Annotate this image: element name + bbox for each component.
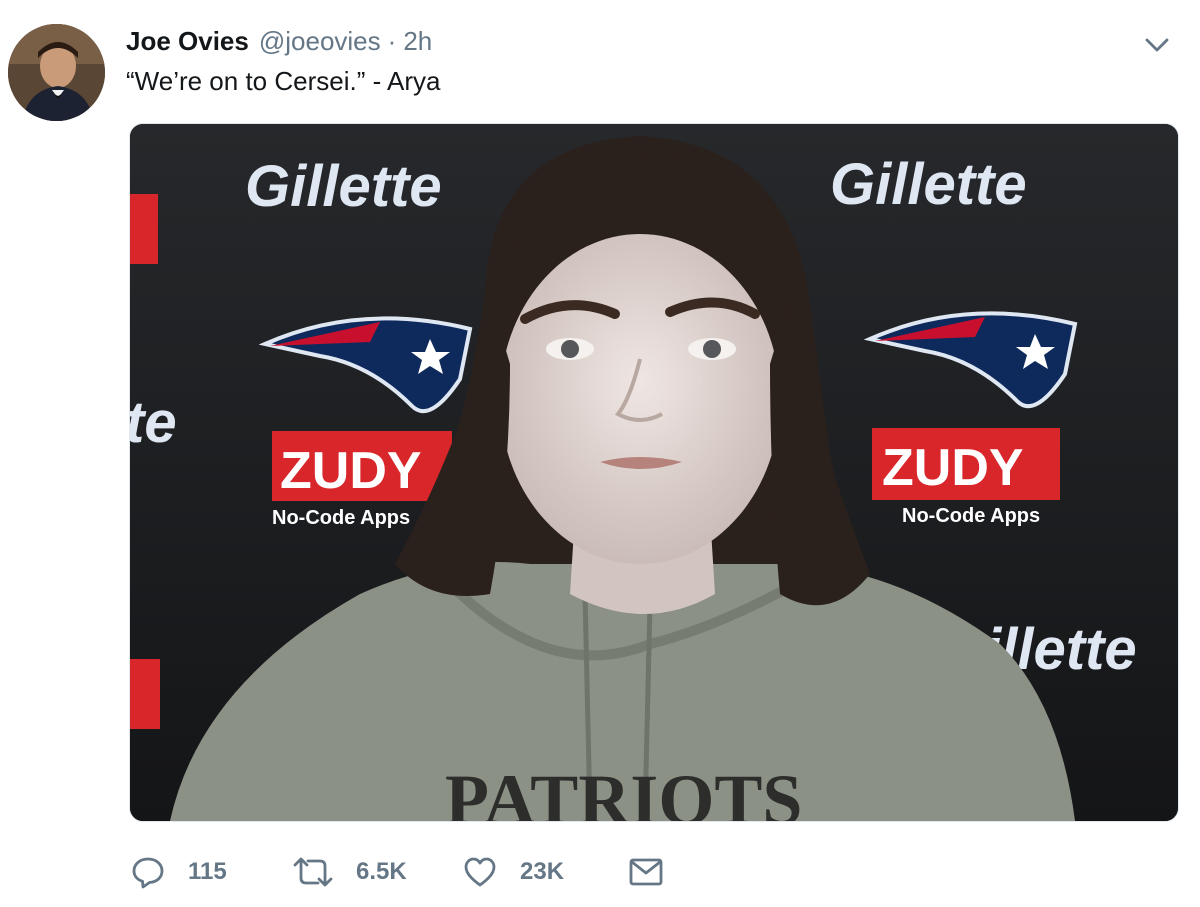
- like-button[interactable]: 23K: [462, 850, 564, 894]
- retweet-count: 6.5K: [356, 858, 407, 885]
- tweet-photo[interactable]: Gillette Gillette Gillette Gillette ZUDY…: [129, 123, 1179, 822]
- reply-icon: [132, 857, 164, 889]
- sponsor-tagline-right: No-Code Apps: [902, 505, 1040, 527]
- separator-dot: ·: [387, 25, 397, 56]
- author-avatar[interactable]: [8, 24, 105, 121]
- retweet-icon: [293, 857, 333, 887]
- sweatshirt-lettering: PATRIOTS: [445, 760, 802, 821]
- reply-count: 115: [188, 858, 227, 885]
- retweet-button[interactable]: 6.5K: [292, 850, 407, 894]
- tweet-menu-button[interactable]: [1140, 30, 1174, 60]
- direct-message-button[interactable]: [628, 850, 664, 894]
- author-name[interactable]: Joe Ovies: [126, 26, 249, 57]
- reply-button[interactable]: 115: [130, 850, 227, 894]
- sponsor-logo-right: ZUDY: [882, 439, 1024, 497]
- backdrop-brand-edge: Gillette: [130, 390, 177, 455]
- sponsor-logo-left: ZUDY: [280, 442, 422, 500]
- tweet-actions: 115 6.5K 23K: [130, 850, 690, 894]
- envelope-icon: [629, 858, 663, 886]
- like-count: 23K: [520, 858, 565, 885]
- backdrop-brand-left: Gillette: [245, 154, 442, 219]
- tweet-text: “We’re on to Cersei.” - Arya: [126, 66, 441, 96]
- press-conference-image: Gillette Gillette Gillette Gillette ZUDY…: [130, 124, 1178, 821]
- tweet-timestamp[interactable]: 2h: [403, 26, 432, 57]
- backdrop-brand-right: Gillette: [830, 152, 1027, 217]
- author-handle[interactable]: @joeovies: [259, 26, 381, 57]
- tweet-header: Joe Ovies @joeovies · 2h: [126, 24, 432, 58]
- heart-icon: [464, 857, 496, 887]
- avatar-image: [8, 24, 105, 121]
- sponsor-tagline-left: No-Code Apps: [272, 507, 410, 529]
- chevron-down-icon: [1145, 38, 1169, 52]
